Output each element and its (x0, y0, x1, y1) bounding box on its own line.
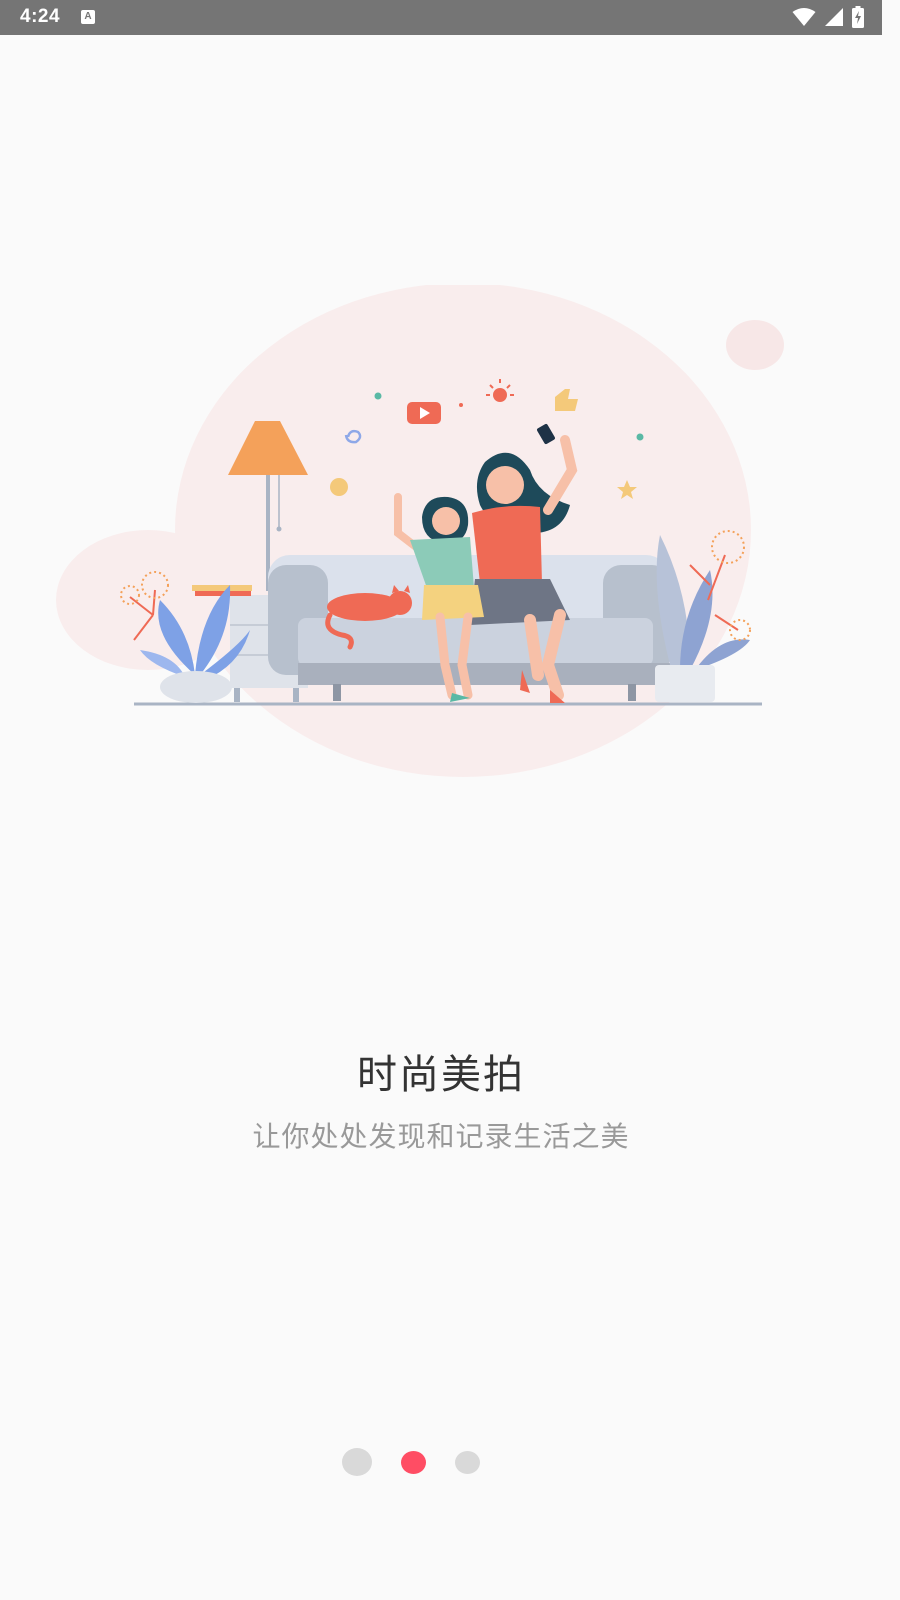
dot-red-icon (459, 403, 463, 407)
woman-face (486, 466, 524, 504)
page-dot-3[interactable] (455, 1451, 480, 1474)
cell-signal-icon (825, 8, 843, 26)
girl-face (432, 507, 460, 535)
background-blob-small (726, 320, 784, 370)
notification-icon: A (81, 10, 95, 24)
dot-green-icon (374, 392, 382, 400)
girl-skirt (422, 585, 484, 620)
onboarding-title: 时尚美拍 (357, 1052, 525, 1098)
wifi-icon (792, 8, 816, 26)
status-icons (792, 6, 864, 28)
onboarding-illustration (56, 285, 784, 777)
heart-icon (493, 388, 507, 402)
dot-green-icon (636, 433, 644, 441)
cat-head (388, 591, 412, 615)
status-bar: 4:24 A (0, 0, 882, 35)
status-time: 4:24 (20, 6, 61, 27)
page-dot-2-active[interactable] (401, 1451, 426, 1474)
plant-pot-left (160, 671, 232, 703)
coin-icon (330, 478, 348, 496)
woman-shirt (472, 505, 542, 583)
battery-charging-icon (852, 6, 864, 28)
page-indicator (0, 1448, 882, 1478)
sofa-base (298, 663, 678, 685)
page-dot-1[interactable] (342, 1448, 372, 1476)
onboarding-screen: 4:24 A 时尚美拍 让你处处发现和记录生活之美 (0, 0, 882, 1568)
onboarding-subtitle: 让你处处发现和记录生活之美 (252, 1120, 630, 1153)
plant-pot-right (655, 665, 715, 702)
